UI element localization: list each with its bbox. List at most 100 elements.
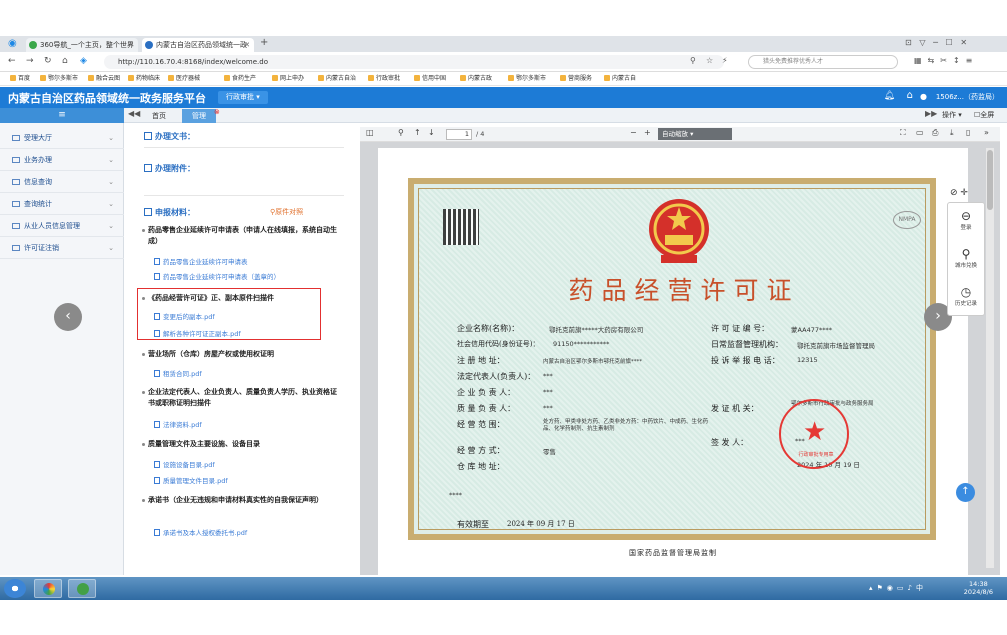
- sidebar-item-info-query[interactable]: 信息查询 ⌄: [0, 171, 124, 193]
- close-tab-icon[interactable]: ⊗: [214, 108, 220, 116]
- refresh-icon[interactable]: ↻: [44, 56, 52, 66]
- fullscreen-button[interactable]: ☐全屏: [974, 110, 994, 120]
- print-icon[interactable]: ⎙: [932, 128, 938, 138]
- read-mode-icon[interactable]: ⚡: [722, 56, 728, 65]
- file-link[interactable]: 解析各种许可证正副本.pdf: [154, 328, 241, 338]
- bookmark-item[interactable]: 鄂尔多斯市: [508, 72, 546, 85]
- menu-toggle-button[interactable]: ≡: [0, 108, 124, 123]
- bookmark-item[interactable]: 鄂尔多斯市: [40, 72, 78, 85]
- pdf-scrollbar[interactable]: [986, 148, 994, 568]
- history-tool[interactable]: ◷ 历史记录: [948, 285, 984, 307]
- file-link[interactable]: 设施设备目录.pdf: [154, 459, 215, 469]
- home-icon[interactable]: ⌂: [62, 56, 68, 66]
- browser-tab-1[interactable]: 360导航_一个主页，整个世界 ✕: [26, 38, 138, 52]
- bookmark-item[interactable]: 网上申办: [272, 72, 304, 85]
- page-number-input[interactable]: 1: [446, 129, 472, 140]
- scroll-left-icon[interactable]: ◀◀: [128, 109, 140, 118]
- next-page-icon[interactable]: ↓: [428, 128, 435, 137]
- browser-tab-2[interactable]: 内蒙古自治区药品领域统一政 ✕: [142, 38, 254, 52]
- taskbar-browser-app[interactable]: [34, 579, 62, 598]
- file-link[interactable]: 变更后的副本.pdf: [154, 311, 215, 321]
- user-menu[interactable]: 1506z...（药监局）: [936, 92, 999, 102]
- sidebar-item-statistics[interactable]: 查询统计 ⌄: [0, 193, 124, 215]
- forward-icon[interactable]: →: [26, 56, 34, 66]
- sidebar-item-staff[interactable]: 从业人员信息管理 ⌄: [0, 215, 124, 237]
- value-warehouse: ****: [449, 491, 462, 499]
- dept-dropdown[interactable]: 行政审批 ▾: [218, 91, 268, 104]
- back-icon[interactable]: ←: [8, 56, 16, 66]
- shield-icon[interactable]: ◈: [80, 56, 87, 66]
- home-icon[interactable]: ⌂: [907, 90, 913, 101]
- url-input[interactable]: http://110.16.70.4:8168/index/welcome.do: [104, 55, 724, 69]
- user-icon[interactable]: ●: [920, 92, 927, 101]
- file-link[interactable]: 药品零售企业延续许可申请表: [154, 256, 248, 266]
- toolbar-icons[interactable]: ▦⇆✂↕≡: [914, 56, 978, 65]
- label-hotline: 投 诉 举 报 电 话：: [711, 356, 780, 365]
- zoom-out-icon[interactable]: −: [630, 128, 637, 137]
- file-link[interactable]: 法律资料.pdf: [154, 419, 202, 429]
- bookmark-item[interactable]: 药物临床: [128, 72, 160, 85]
- scrollbar-thumb[interactable]: [987, 150, 993, 210]
- pdf-viewer[interactable]: NMPA 药品经营许可证 企业名称(名称)： 鄂托克前旗*****大药房有限公司…: [360, 142, 1000, 575]
- start-button[interactable]: [4, 579, 26, 598]
- sidebar-item-acceptance-hall[interactable]: 受理大厅 ⌄: [0, 127, 124, 149]
- bookmark-item[interactable]: 行政审批: [368, 72, 400, 85]
- eye-hide-icon[interactable]: ⊘ ✛: [950, 188, 968, 198]
- bookmark-item[interactable]: 营商服务: [560, 72, 592, 85]
- sidebar-item-business[interactable]: 业务办理 ⌄: [0, 149, 124, 171]
- bookmark-item[interactable]: 内蒙古自治: [318, 72, 356, 85]
- bookmark-item[interactable]: 内蒙古自: [604, 72, 636, 85]
- star-icon[interactable]: ☆: [706, 56, 713, 65]
- tab-home[interactable]: 首页: [142, 109, 176, 123]
- new-tab-icon[interactable]: +: [260, 37, 268, 48]
- zoom-icon[interactable]: ⚲: [690, 56, 696, 65]
- folder-icon: [12, 223, 20, 229]
- download-icon[interactable]: ⤓: [950, 128, 954, 138]
- file-link[interactable]: 质量管理文件目录.pdf: [154, 475, 228, 485]
- bookmark-item[interactable]: 内蒙古政: [460, 72, 492, 85]
- window-controls[interactable]: ⊡ ▽ ─ ☐ ✕: [905, 38, 967, 47]
- bookmark-item[interactable]: 食药生产: [224, 72, 256, 85]
- bookmark-item[interactable]: 医疗器械: [168, 72, 200, 85]
- login-tool[interactable]: ⊖ 登录: [948, 209, 984, 231]
- sidebar-toggle-icon[interactable]: ◫: [366, 128, 374, 137]
- search-input[interactable]: 猎头免费推荐优秀人才: [748, 55, 898, 69]
- label-head: 企 业 负 责 人：: [457, 388, 516, 397]
- operate-menu[interactable]: 操作 ▾: [942, 110, 962, 120]
- search-icon: ⚲: [961, 247, 971, 261]
- zoom-select[interactable]: 自动缩放 ▾: [658, 128, 732, 140]
- value-mode: 零售: [543, 448, 556, 456]
- close-icon[interactable]: ✕: [128, 38, 134, 52]
- more-tools-icon[interactable]: »: [984, 128, 989, 137]
- bookmark-item[interactable]: 百度: [10, 72, 30, 85]
- presentation-icon[interactable]: ⛶: [900, 128, 906, 138]
- bell-icon[interactable]: 🔔︎: [884, 91, 895, 101]
- scroll-right-icon[interactable]: ▶▶: [925, 109, 937, 118]
- search-icon[interactable]: ⚲: [398, 128, 404, 137]
- chevron-down-icon: ▾: [256, 93, 260, 101]
- prev-page-icon[interactable]: ↑: [414, 128, 421, 137]
- prev-arrow-button[interactable]: ‹: [54, 303, 82, 331]
- file-link[interactable]: 租赁合同.pdf: [154, 368, 202, 378]
- open-file-icon[interactable]: ▭: [916, 128, 924, 137]
- sidebar-item-license-cancel[interactable]: 许可证注销 ⌄: [0, 237, 124, 259]
- page-total: / 4: [476, 130, 485, 138]
- system-clock[interactable]: 14:38 2024/8/6: [964, 580, 993, 596]
- tab-manage[interactable]: 管理: [182, 109, 216, 123]
- file-icon: [154, 273, 160, 280]
- bookmark-icon[interactable]: ▯: [966, 128, 970, 137]
- zoom-in-icon[interactable]: +: [644, 128, 651, 137]
- browser-logo-icon[interactable]: ◉: [8, 38, 17, 49]
- bookmark-item[interactable]: 信用中国: [414, 72, 446, 85]
- compare-original-link[interactable]: ⚲原件对照: [270, 207, 303, 217]
- star-icon: ★: [803, 417, 827, 447]
- bookmark-item[interactable]: 融合云图: [88, 72, 120, 85]
- back-to-top-button[interactable]: ↑: [956, 483, 975, 502]
- file-link[interactable]: 承诺书及本人授权委托书.pdf: [154, 527, 247, 537]
- file-link[interactable]: 药品零售企业延续许可申请表（盖章的）: [154, 271, 280, 281]
- search-tool[interactable]: ⚲ 城市兑换: [948, 247, 984, 269]
- tray-icons[interactable]: ▴⚑◉▭♪中: [869, 583, 927, 593]
- taskbar-wechat-app[interactable]: [68, 579, 96, 598]
- chevron-down-icon: ⌄: [108, 222, 114, 230]
- close-icon[interactable]: ✕: [244, 38, 250, 52]
